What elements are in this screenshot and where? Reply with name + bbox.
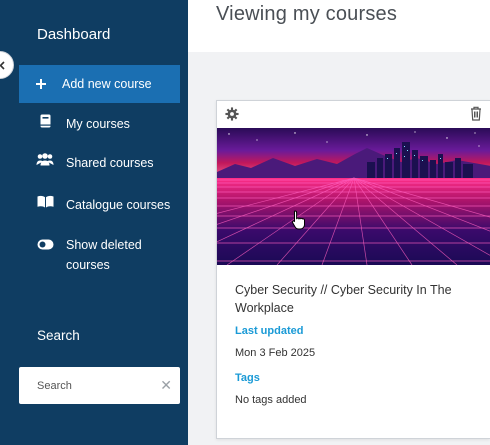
sidebar-item-my-courses[interactable]: My courses (19, 114, 180, 134)
sidebar-item-shared-courses[interactable]: Shared courses (19, 153, 180, 173)
search-box: ✕ (19, 367, 180, 404)
sidebar-item-label: Add new course (62, 77, 152, 91)
card-toolbar (217, 101, 490, 128)
sidebar-item-label: Shared courses (66, 156, 154, 170)
course-card[interactable]: Cyber Security // Cyber Security In The … (216, 100, 490, 439)
search-heading: Search (37, 328, 80, 343)
sidebar-item-catalogue-courses[interactable]: Catalogue courses (19, 195, 180, 215)
users-icon (34, 153, 56, 166)
sidebar-item-show-deleted-courses[interactable]: Show deleted courses (19, 235, 159, 275)
toggle-icon (34, 239, 56, 250)
sidebar-title[interactable]: Dashboard (37, 26, 110, 43)
last-updated-value: Mon 3 Feb 2025 (235, 347, 316, 359)
tags-value: No tags added (235, 394, 307, 406)
close-icon[interactable]: ✕ (160, 377, 172, 394)
search-input[interactable] (37, 379, 157, 392)
sidebar-item-label: Catalogue courses (66, 198, 171, 212)
chevron-left-icon (0, 60, 5, 70)
course-thumbnail-image[interactable] (217, 128, 490, 265)
tags-label: Tags (235, 372, 260, 384)
course-title[interactable]: Cyber Security // Cyber Security In The … (235, 281, 475, 317)
sidebar-item-label: My courses (66, 117, 130, 131)
open-book-icon (34, 195, 56, 208)
book-icon (34, 114, 56, 128)
sidebar: Dashboard Add new course My courses Shar… (0, 0, 188, 445)
trash-icon[interactable] (470, 106, 482, 121)
gear-icon[interactable] (225, 107, 239, 121)
page-title: Viewing my courses (216, 3, 398, 25)
last-updated-label: Last updated (235, 325, 304, 337)
sidebar-item-label: Show deleted courses (66, 238, 142, 272)
sidebar-item-add-new-course[interactable]: Add new course (19, 65, 180, 103)
plus-icon (33, 78, 49, 90)
page-header: Viewing my courses (188, 0, 490, 52)
